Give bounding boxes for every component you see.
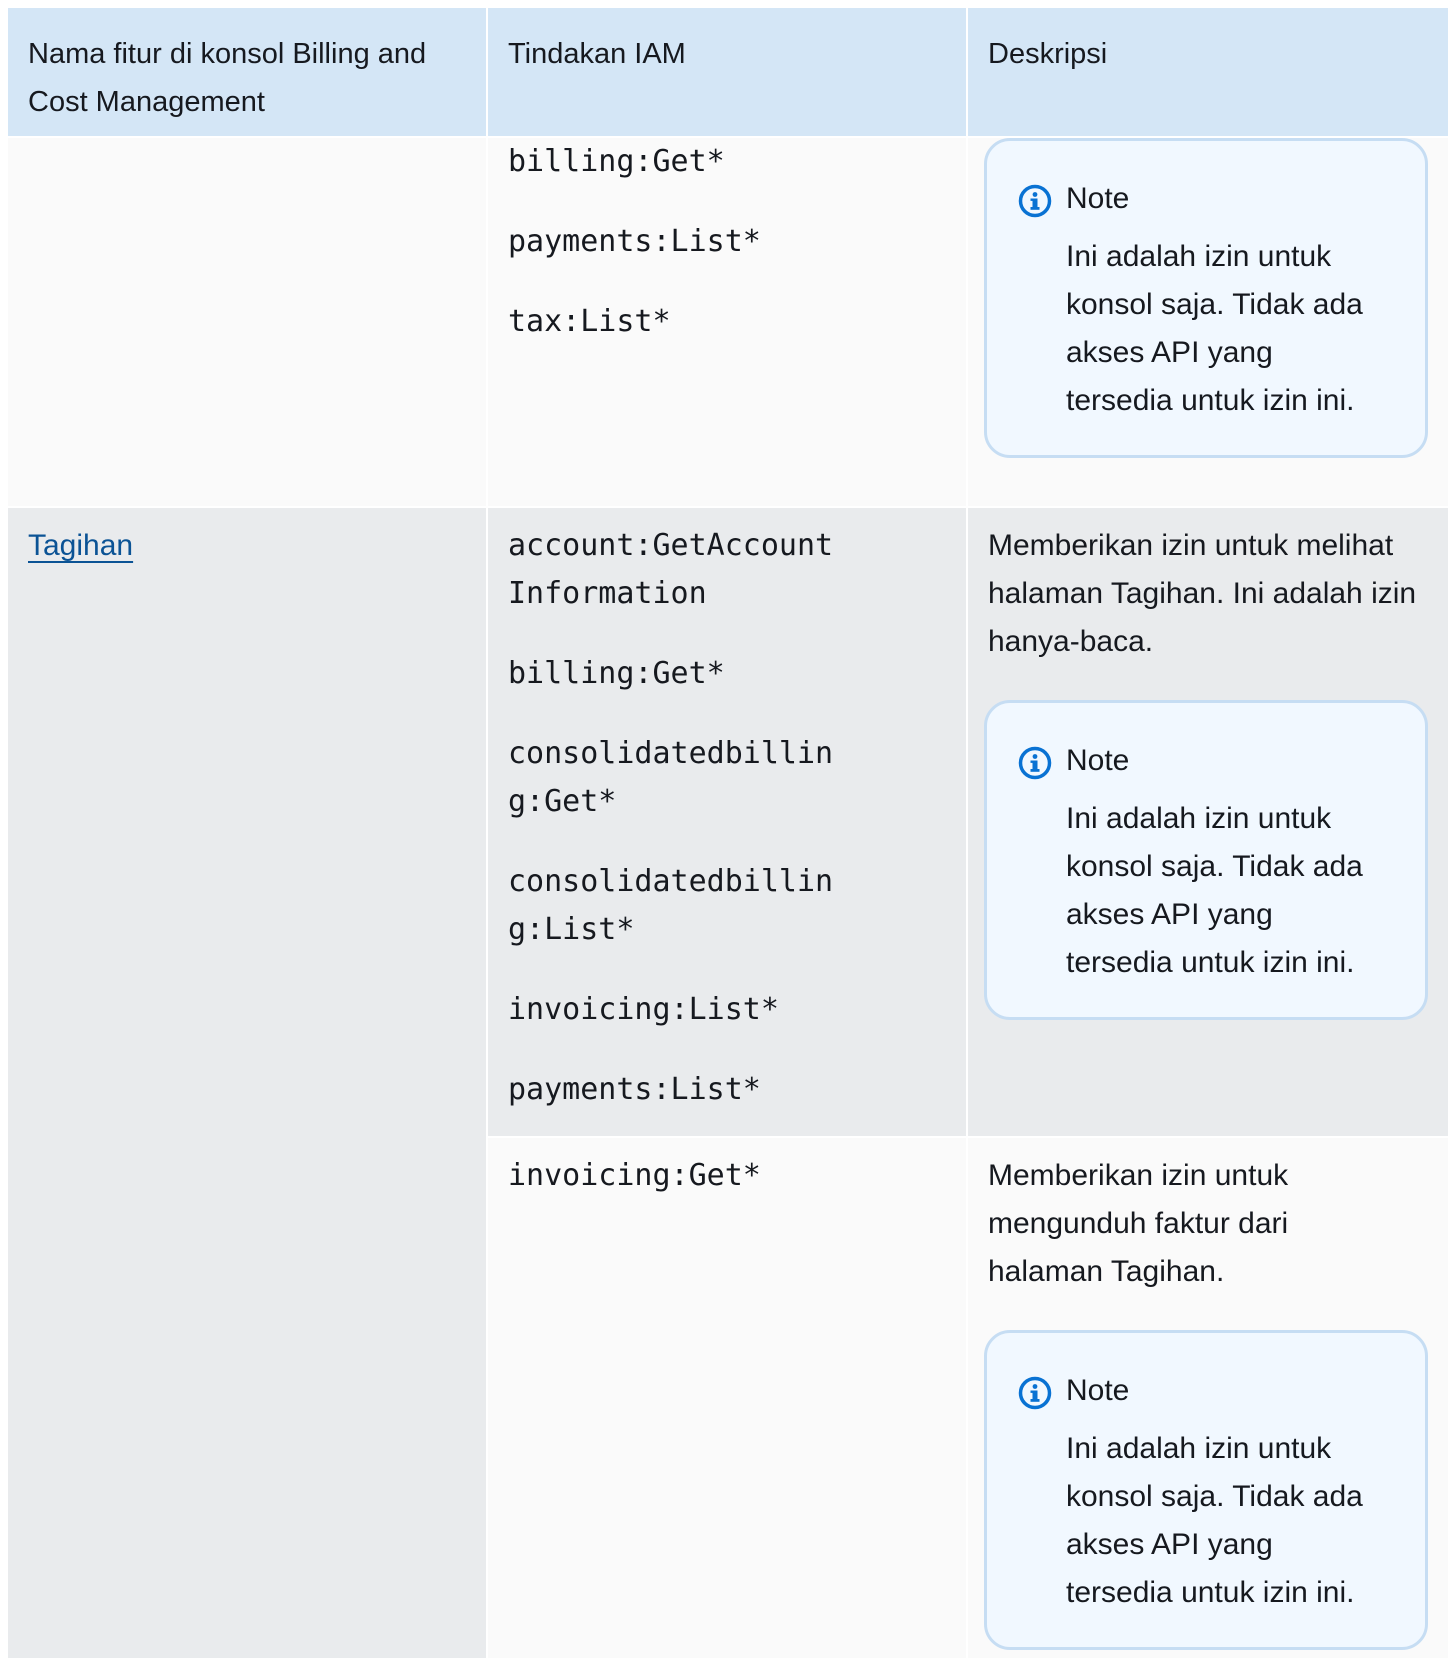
description-text: Memberikan izin untuk mengunduh faktur d… bbox=[988, 1159, 1289, 1288]
note-body: Ini adalah izin untuk konsol saja. Tidak… bbox=[1066, 240, 1363, 417]
iam-action: invoicing:Get* bbox=[508, 1158, 761, 1193]
permissions-table: Nama fitur di konsol Billing and Cost Ma… bbox=[0, 0, 1448, 1658]
note-title: Note bbox=[1066, 1374, 1130, 1407]
note-box: Note Ini adalah izin untuk konsol saja. … bbox=[984, 138, 1428, 458]
iam-action: account:GetAccount Information bbox=[508, 528, 834, 611]
table-header-cell-feature: Nama fitur di konsol Billing and Cost Ma… bbox=[8, 8, 486, 136]
iam-action: consolidatedbillin g:List* bbox=[508, 864, 834, 947]
table-header-cell-actions: Tindakan IAM bbox=[488, 8, 966, 136]
tagihan-link[interactable]: Tagihan bbox=[28, 522, 133, 570]
table-row-0-description-cell: Note Ini adalah izin untuk konsol saja. … bbox=[968, 138, 1448, 506]
note-title: Note bbox=[1066, 744, 1130, 777]
description-text: Memberikan izin untuk melihat halaman Ta… bbox=[988, 529, 1417, 658]
note-title: Note bbox=[1066, 182, 1130, 215]
table-row-1-actions-cell: account:GetAccount Information billing:G… bbox=[488, 508, 966, 1136]
iam-action: billing:Get* bbox=[508, 144, 725, 179]
table-row-1-description-cell: Memberikan izin untuk melihat halaman Ta… bbox=[968, 508, 1448, 1136]
table-header-feature: Nama fitur di konsol Billing and Cost Ma… bbox=[28, 38, 427, 118]
table-row-1-feature-cell: Tagihan bbox=[8, 508, 486, 1658]
table-row-0-feature-cell bbox=[8, 138, 486, 506]
iam-action: consolidatedbillin g:Get* bbox=[508, 736, 834, 819]
info-circle-icon bbox=[1018, 184, 1052, 218]
table-row-0-actions-cell: billing:Get* payments:List* tax:List* bbox=[488, 138, 966, 506]
iam-action: invoicing:List* bbox=[508, 992, 779, 1027]
iam-action: payments:List* bbox=[508, 224, 761, 259]
info-circle-icon bbox=[1018, 1376, 1052, 1410]
note-box: Note Ini adalah izin untuk konsol saja. … bbox=[984, 700, 1428, 1020]
table-row-2-actions-cell: invoicing:Get* bbox=[488, 1138, 966, 1658]
note-body: Ini adalah izin untuk konsol saja. Tidak… bbox=[1066, 802, 1363, 979]
info-circle-icon bbox=[1018, 746, 1052, 780]
iam-action: billing:Get* bbox=[508, 656, 725, 691]
table-row-2-description-cell: Memberikan izin untuk mengunduh faktur d… bbox=[968, 1138, 1448, 1658]
iam-action: payments:List* bbox=[508, 1072, 761, 1107]
note-body: Ini adalah izin untuk konsol saja. Tidak… bbox=[1066, 1432, 1363, 1609]
table-header-actions: Tindakan IAM bbox=[508, 38, 686, 70]
table-header-description: Deskripsi bbox=[988, 38, 1108, 70]
note-box: Note Ini adalah izin untuk konsol saja. … bbox=[984, 1330, 1428, 1650]
table-header-cell-description: Deskripsi bbox=[968, 8, 1448, 136]
iam-action: tax:List* bbox=[508, 304, 671, 339]
